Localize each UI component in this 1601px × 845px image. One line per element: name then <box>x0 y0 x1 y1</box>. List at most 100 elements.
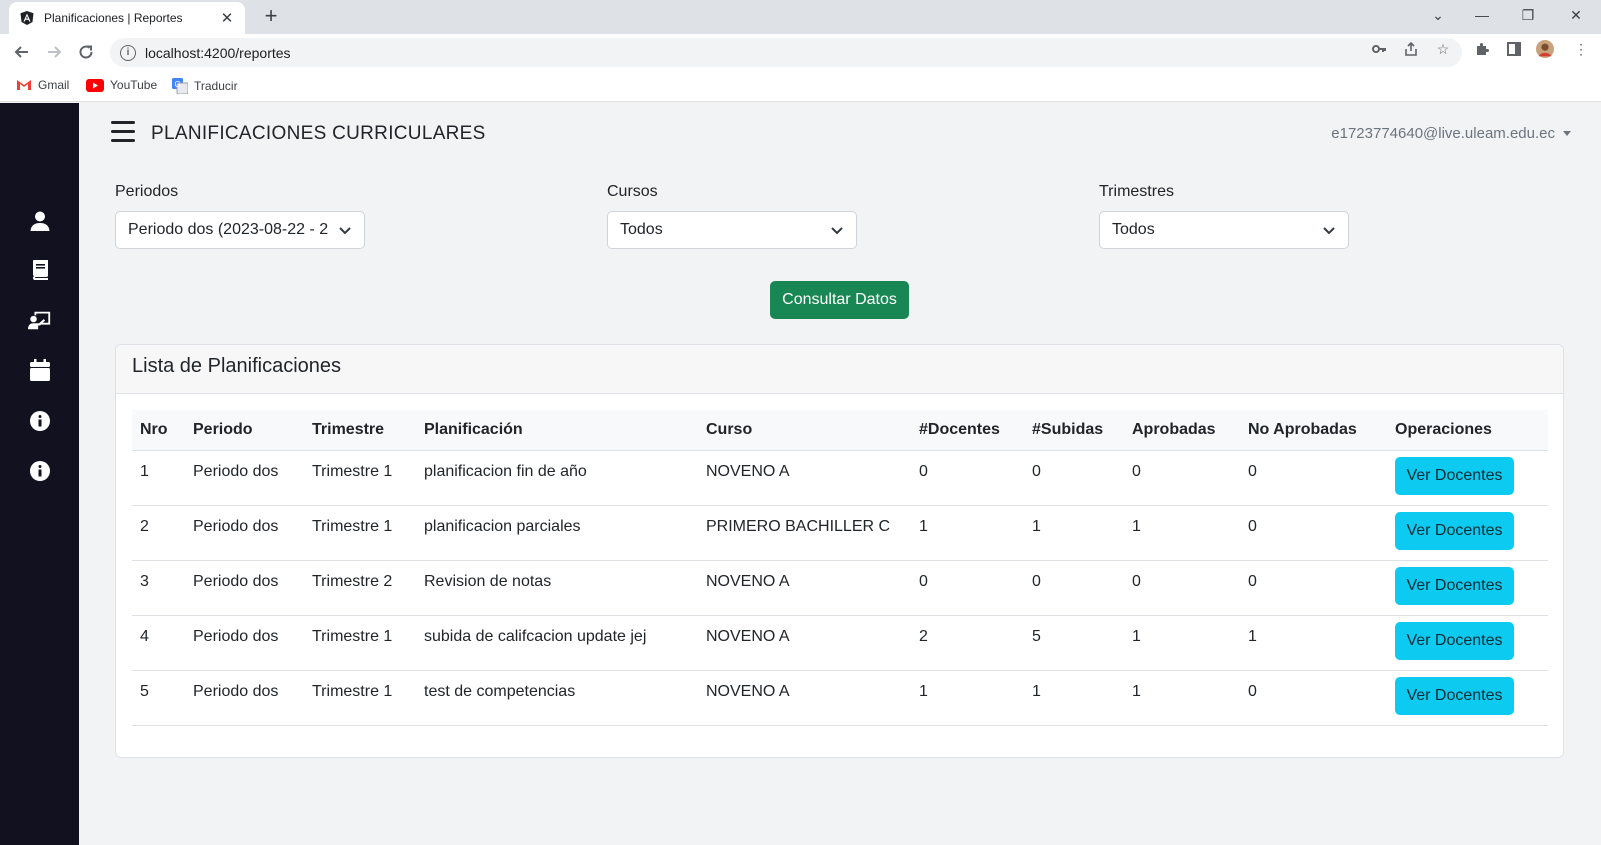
bookmarks-bar: Gmail YouTube G Traducir <box>0 70 1601 102</box>
cell-no-aprobadas: 1 <box>1240 615 1387 671</box>
browser-menu-icon[interactable]: ⋮ <box>1572 40 1590 58</box>
ver-docentes-button[interactable]: Ver Docentes <box>1395 566 1514 605</box>
cell-planificacion: planificacion parciales <box>416 505 698 561</box>
bookmark-traducir[interactable]: G Traducir <box>172 78 238 94</box>
chevron-down-icon <box>1323 227 1335 235</box>
share-icon[interactable] <box>1402 40 1420 58</box>
side-panel-icon[interactable] <box>1505 40 1523 58</box>
column-header: #Docentes <box>911 410 1024 451</box>
svg-text:G: G <box>175 80 181 89</box>
table-row: 3 Periodo dos Trimestre 2 Revision de no… <box>132 560 1548 616</box>
cell-periodo: Periodo dos <box>185 670 304 726</box>
info-icon[interactable] <box>28 409 52 433</box>
cell-subidas: 1 <box>1024 670 1124 726</box>
cell-no-aprobadas: 0 <box>1240 560 1387 616</box>
cursos-select[interactable]: Todos <box>607 211 857 249</box>
chevron-down-icon <box>831 227 843 235</box>
calendar-icon[interactable] <box>28 358 52 382</box>
cell-periodo: Periodo dos <box>185 450 304 506</box>
planificaciones-card: Lista de Planificaciones Nro Periodo Tri… <box>115 344 1564 758</box>
bookmark-star-icon[interactable]: ☆ <box>1434 40 1452 58</box>
cell-curso: NOVENO A <box>698 670 911 726</box>
info-icon[interactable] <box>28 459 52 483</box>
trimestres-select[interactable]: Todos <box>1099 211 1349 249</box>
cell-no-aprobadas: 0 <box>1240 505 1387 561</box>
cell-docentes: 0 <box>911 560 1024 616</box>
teacher-icon[interactable] <box>28 308 52 332</box>
bookmark-gmail[interactable]: Gmail <box>16 78 69 92</box>
user-menu[interactable]: e1723774640@live.uleam.edu.ec <box>1331 125 1571 142</box>
cell-nro: 1 <box>132 450 185 506</box>
reload-icon[interactable] <box>74 40 98 64</box>
cell-operaciones: Ver Docentes <box>1387 615 1548 671</box>
browser-tab[interactable]: Planificaciones | Reportes ✕ <box>9 2 245 34</box>
tab-search-icon[interactable]: ⌄ <box>1416 0 1460 30</box>
ver-docentes-button[interactable]: Ver Docentes <box>1395 456 1514 495</box>
site-info-icon[interactable]: i <box>120 44 136 61</box>
periodos-value: Periodo dos (2023-08-22 - 2 <box>128 221 329 238</box>
cell-periodo: Periodo dos <box>185 560 304 616</box>
cell-operaciones: Ver Docentes <box>1387 450 1548 506</box>
close-tab-icon[interactable]: ✕ <box>219 9 235 27</box>
ver-docentes-button[interactable]: Ver Docentes <box>1395 676 1514 715</box>
ver-docentes-button[interactable]: Ver Docentes <box>1395 511 1514 550</box>
cell-docentes: 2 <box>911 615 1024 671</box>
cursos-value: Todos <box>620 221 663 238</box>
card-title: Lista de Planificaciones <box>116 345 1563 394</box>
column-header: #Subidas <box>1024 410 1124 451</box>
restore-button[interactable]: ❐ <box>1506 0 1550 30</box>
user-icon[interactable] <box>28 209 52 233</box>
cell-nro: 4 <box>132 615 185 671</box>
browser-tabstrip: Planificaciones | Reportes ✕ + ⌄ — ❐ ✕ <box>0 0 1601 34</box>
chevron-down-icon <box>339 227 351 235</box>
cell-curso: NOVENO A <box>698 615 911 671</box>
trimestres-label: Trimestres <box>1099 183 1174 200</box>
cell-nro: 5 <box>132 670 185 726</box>
forward-icon[interactable] <box>42 40 66 64</box>
gmail-icon <box>17 80 31 90</box>
cell-subidas: 0 <box>1024 450 1124 506</box>
minimize-button[interactable]: — <box>1460 0 1504 30</box>
cell-trimestre: Trimestre 1 <box>304 450 416 506</box>
cell-operaciones: Ver Docentes <box>1387 505 1548 561</box>
consultar-datos-button[interactable]: Consultar Datos <box>770 281 909 319</box>
translate-icon: G <box>172 78 188 94</box>
cell-planificacion: planificacion fin de año <box>416 450 698 506</box>
cell-subidas: 0 <box>1024 560 1124 616</box>
book-icon[interactable] <box>28 258 52 282</box>
new-tab-button[interactable]: + <box>259 4 283 28</box>
table-row: 5 Periodo dos Trimestre 1 test de compet… <box>132 670 1548 726</box>
periodos-select[interactable]: Periodo dos (2023-08-22 - 2 <box>115 211 365 249</box>
cell-trimestre: Trimestre 1 <box>304 670 416 726</box>
column-header: Nro <box>132 410 185 451</box>
cell-aprobadas: 0 <box>1124 450 1240 506</box>
column-header: No Aprobadas <box>1240 410 1387 451</box>
cell-planificacion: test de competencias <box>416 670 698 726</box>
youtube-icon <box>86 78 104 92</box>
back-icon[interactable] <box>10 40 34 64</box>
column-header: Curso <box>698 410 911 451</box>
hamburger-menu-icon[interactable] <box>111 121 135 143</box>
extensions-icon[interactable] <box>1473 40 1491 58</box>
cell-aprobadas: 1 <box>1124 615 1240 671</box>
angular-icon <box>20 11 34 25</box>
close-window-button[interactable]: ✕ <box>1554 0 1598 30</box>
cell-nro: 2 <box>132 505 185 561</box>
cell-periodo: Periodo dos <box>185 615 304 671</box>
key-icon[interactable] <box>1370 40 1388 58</box>
cursos-label: Cursos <box>607 183 658 200</box>
periodos-label: Periodos <box>115 183 179 200</box>
cell-planificacion: Revision de notas <box>416 560 698 616</box>
profile-avatar-icon[interactable] <box>1536 40 1554 58</box>
address-bar[interactable]: i localhost:4200/reportes <box>110 38 1462 67</box>
column-header: Periodo <box>185 410 304 451</box>
cell-operaciones: Ver Docentes <box>1387 670 1548 726</box>
app-header: PLANIFICACIONES CURRICULARES e1723774640… <box>79 103 1601 163</box>
column-header: Planificación <box>416 410 698 451</box>
user-email: e1723774640@live.uleam.edu.ec <box>1331 125 1555 142</box>
cell-docentes: 0 <box>911 450 1024 506</box>
ver-docentes-button[interactable]: Ver Docentes <box>1395 621 1514 660</box>
cell-docentes: 1 <box>911 505 1024 561</box>
table-row: 4 Periodo dos Trimestre 1 subida de cali… <box>132 615 1548 671</box>
bookmark-youtube[interactable]: YouTube <box>86 78 157 92</box>
